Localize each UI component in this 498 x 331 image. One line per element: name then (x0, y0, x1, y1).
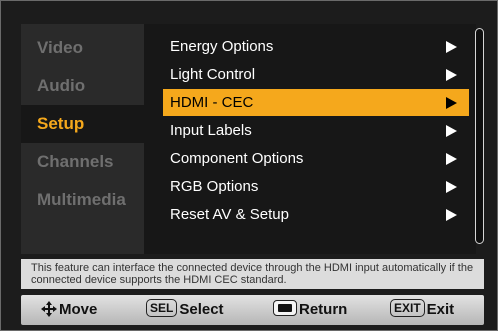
menu-item-label: Light Control (170, 66, 256, 83)
exit-key: EXIT (390, 299, 425, 317)
chevron-right-icon (446, 181, 457, 193)
chevron-right-icon (446, 125, 457, 137)
menu-item-light-control[interactable]: Light Control (163, 61, 469, 88)
help-text: This feature can interface the connected… (21, 259, 484, 289)
select-hint: SEL Select (146, 295, 224, 325)
menu-item-component-options[interactable]: Component Options (163, 145, 469, 172)
sidebar-item-setup[interactable]: Setup (21, 105, 144, 143)
return-label: Return (299, 301, 348, 318)
sidebar-item-multimedia[interactable]: Multimedia (21, 181, 144, 219)
setup-menu-panel: Energy Options Light Control HDMI - CEC … (144, 24, 476, 254)
exit-label: Exit (426, 301, 455, 318)
chevron-right-icon (446, 97, 457, 109)
sidebar: Video Audio Setup Channels Multimedia (21, 24, 144, 254)
menu-item-rgb-options[interactable]: RGB Options (163, 173, 469, 200)
menu-item-label: RGB Options (170, 178, 259, 195)
menu-item-label: Reset AV & Setup (170, 206, 289, 223)
sidebar-item-channels[interactable]: Channels (21, 143, 144, 181)
bottom-key-bar: Move SEL Select Return EXIT Exit (21, 295, 484, 325)
move-arrows-icon (41, 301, 57, 317)
return-hint: Return (273, 295, 347, 325)
chevron-right-icon (446, 41, 457, 53)
tv-menu-window: Video Audio Setup Channels Multimedia En… (0, 0, 498, 331)
menu-item-input-labels[interactable]: Input Labels (163, 117, 469, 144)
return-key-icon (273, 300, 297, 316)
menu-item-label: Component Options (170, 150, 304, 167)
menu-item-label: Energy Options (170, 38, 274, 55)
menu-item-energy-options[interactable]: Energy Options (163, 33, 469, 60)
exit-hint: EXIT Exit (390, 295, 454, 325)
sidebar-item-audio[interactable]: Audio (21, 67, 144, 105)
menu-item-reset-av-setup[interactable]: Reset AV & Setup (163, 201, 469, 228)
chevron-right-icon (446, 69, 457, 81)
chevron-right-icon (446, 153, 457, 165)
sidebar-item-video[interactable]: Video (21, 29, 144, 67)
chevron-right-icon (446, 209, 457, 221)
menu-scrollbar[interactable] (475, 28, 484, 244)
move-label: Move (59, 301, 98, 318)
menu-item-label: Input Labels (170, 122, 252, 139)
sel-key: SEL (146, 299, 178, 317)
menu-item-label: HDMI - CEC (170, 94, 254, 111)
move-hint: Move (41, 295, 97, 325)
select-label: Select (179, 301, 224, 318)
menu-item-hdmi-cec[interactable]: HDMI - CEC (163, 89, 469, 116)
